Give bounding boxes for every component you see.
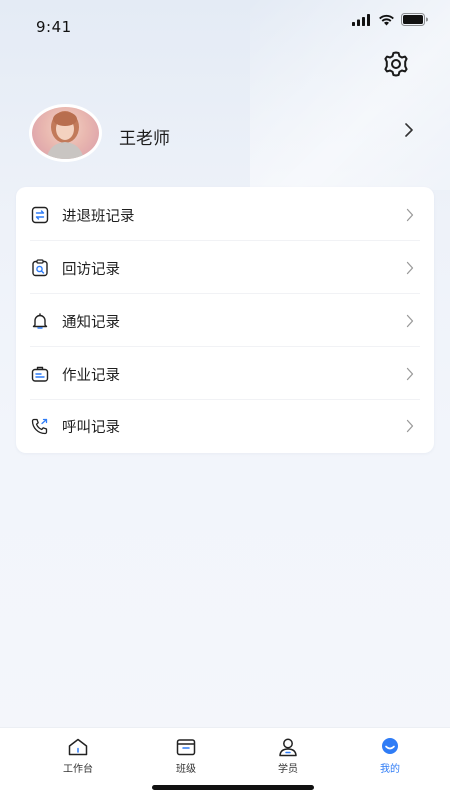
chevron-right-icon	[406, 314, 414, 328]
class-icon	[141, 736, 231, 758]
tab-label: 我的	[380, 764, 400, 775]
avatar-portrait	[46, 111, 84, 159]
profile-header[interactable]: 王老师	[29, 104, 424, 164]
profile-icon	[345, 736, 435, 758]
avatar-photo	[32, 107, 99, 159]
avatar[interactable]	[29, 104, 102, 162]
divider	[30, 240, 420, 241]
home-icon	[33, 736, 123, 758]
screen: 9:41 王老师 进退班记录 回访记录 通知记录 作业记录 呼叫记录 工作台 班…	[0, 0, 450, 800]
divider	[30, 293, 420, 294]
menu-item-label: 作业记录	[62, 367, 120, 384]
chevron-right-icon	[406, 367, 414, 381]
chevron-right-icon	[406, 419, 414, 433]
chevron-right-icon	[406, 208, 414, 222]
chevron-right-icon	[405, 123, 413, 137]
menu-item-call-records[interactable]: 呼叫记录	[16, 400, 434, 452]
menu-item-label: 进退班记录	[62, 208, 135, 225]
tab-class[interactable]: 班级	[141, 736, 231, 776]
battery-icon	[401, 13, 428, 26]
menu-item-class-change-records[interactable]: 进退班记录	[16, 189, 434, 241]
student-icon	[243, 736, 333, 758]
profile-name: 王老师	[119, 129, 170, 149]
gear-icon	[384, 51, 408, 77]
phone-icon	[30, 416, 50, 436]
tab-workbench[interactable]: 工作台	[33, 736, 123, 776]
menu-item-notification-records[interactable]: 通知记录	[16, 295, 434, 347]
wifi-icon	[379, 14, 394, 25]
bell-icon	[30, 311, 50, 331]
tab-label: 班级	[176, 764, 196, 775]
chevron-right-icon	[406, 261, 414, 275]
briefcase-icon	[30, 364, 50, 384]
status-bar: 9:41	[0, 0, 450, 50]
tab-label: 学员	[278, 764, 298, 775]
home-indicator	[152, 785, 314, 790]
menu-item-label: 通知记录	[62, 314, 120, 331]
records-menu: 进退班记录 回访记录 通知记录 作业记录 呼叫记录	[16, 187, 434, 453]
swap-icon	[30, 205, 50, 225]
tab-mine[interactable]: 我的	[345, 736, 435, 776]
signal-icon	[352, 13, 370, 26]
status-time: 9:41	[36, 18, 72, 36]
tab-label: 工作台	[63, 764, 93, 775]
settings-button[interactable]	[380, 48, 412, 80]
menu-item-follow-up-records[interactable]: 回访记录	[16, 242, 434, 294]
menu-item-label: 回访记录	[62, 261, 120, 278]
status-icons	[352, 13, 428, 26]
divider	[30, 346, 420, 347]
tab-students[interactable]: 学员	[243, 736, 333, 776]
menu-item-homework-records[interactable]: 作业记录	[16, 348, 434, 400]
menu-item-label: 呼叫记录	[62, 419, 120, 436]
clipboard-search-icon	[30, 258, 50, 278]
